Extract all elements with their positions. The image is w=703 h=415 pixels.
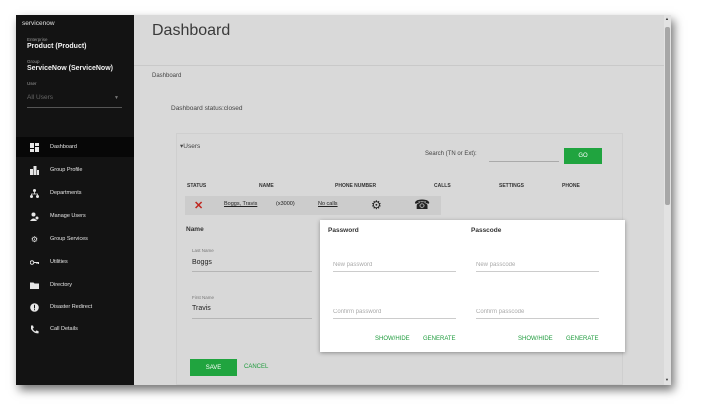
folder-icon bbox=[30, 281, 39, 290]
group-label: Group bbox=[27, 59, 40, 64]
sidebar-item-departments[interactable]: Departments bbox=[16, 183, 134, 203]
first-name-underline bbox=[192, 318, 312, 319]
passcode-show-hide-button[interactable]: SHOW/HIDE bbox=[518, 336, 553, 342]
users-toggle[interactable]: ▾Users bbox=[180, 142, 200, 150]
search-input[interactable] bbox=[489, 148, 559, 162]
table-row[interactable]: ✕ Boggs, Travis (x3000) No calls ⚙ ☎ bbox=[185, 196, 441, 215]
phone-icon bbox=[30, 325, 39, 334]
key-icon bbox=[30, 258, 39, 267]
enterprise-value[interactable]: Product (Product) bbox=[27, 43, 87, 50]
sidebar-item-utilities[interactable]: Utilities bbox=[16, 252, 134, 272]
page-title: Dashboard bbox=[152, 22, 231, 39]
new-password-input[interactable] bbox=[333, 258, 456, 272]
column-header-phone: PHONE bbox=[562, 183, 580, 189]
sidebar-item-label: Group Profile bbox=[50, 167, 83, 173]
app-window: servicenow Enterprise Product (Product) … bbox=[16, 15, 671, 385]
name-section-title: Name bbox=[186, 226, 204, 233]
sidebar-item-disaster-redirect[interactable]: Disaster Redirect bbox=[16, 297, 134, 317]
column-header-calls: CALLS bbox=[434, 183, 451, 189]
settings-gear-icon[interactable]: ⚙ bbox=[371, 198, 382, 212]
scroll-up-arrow-icon[interactable]: ▲ bbox=[665, 16, 669, 21]
column-header-status: STATUS bbox=[187, 183, 207, 189]
sidebar-item-group-services[interactable]: ⚙ Group Services bbox=[16, 229, 134, 249]
user-select[interactable]: All Users ▼ bbox=[27, 92, 122, 108]
building-icon bbox=[30, 165, 39, 175]
user-extension: (x3000) bbox=[276, 201, 295, 207]
column-header-phone-number: PHONE NUMBER bbox=[335, 183, 377, 189]
passcode-generate-button[interactable]: GENERATE bbox=[566, 336, 599, 342]
sidebar-item-label: Utilities bbox=[50, 259, 68, 265]
gear-icon: ⚙ bbox=[30, 234, 39, 244]
dashboard-icon bbox=[30, 142, 39, 152]
main-content: Dashboard Dashboard Dashboard status:clo… bbox=[134, 15, 664, 385]
password-generate-button[interactable]: GENERATE bbox=[423, 336, 456, 342]
user-label: User bbox=[27, 81, 37, 86]
sidebar-item-label: Directory bbox=[50, 282, 73, 288]
password-show-hide-button[interactable]: SHOW/HIDE bbox=[375, 336, 410, 342]
sidebar: servicenow Enterprise Product (Product) … bbox=[16, 15, 134, 385]
alert-icon bbox=[30, 302, 39, 312]
last-name-field[interactable]: Boggs bbox=[192, 259, 212, 266]
scroll-down-arrow-icon[interactable]: ▼ bbox=[665, 377, 669, 382]
scrollbar-thumb[interactable] bbox=[665, 27, 670, 205]
brand-logo: servicenow bbox=[22, 20, 55, 27]
password-title: Password bbox=[328, 227, 359, 234]
cancel-button[interactable]: CANCEL bbox=[244, 364, 268, 370]
breadcrumb[interactable]: Dashboard bbox=[152, 73, 181, 79]
sidebar-item-group-profile[interactable]: Group Profile bbox=[16, 160, 134, 180]
sidebar-item-label: Group Services bbox=[50, 236, 88, 242]
new-passcode-input[interactable] bbox=[476, 258, 599, 272]
sidebar-item-label: Dashboard bbox=[50, 144, 77, 150]
phone-icon[interactable]: ☎ bbox=[414, 197, 430, 213]
vertical-scrollbar[interactable]: ▲ ▼ bbox=[664, 15, 671, 385]
sidebar-item-dashboard[interactable]: Dashboard bbox=[16, 137, 134, 157]
sidebar-item-label: Disaster Redirect bbox=[50, 304, 93, 310]
search-label: Search (TN or Ext): bbox=[425, 151, 477, 157]
user-select-value: All Users bbox=[27, 94, 54, 101]
users-toggle-label: Users bbox=[183, 143, 201, 150]
go-button[interactable]: GO bbox=[564, 148, 602, 164]
column-header-name: NAME bbox=[259, 183, 274, 189]
confirm-password-input[interactable] bbox=[333, 305, 456, 319]
sidebar-item-label: Manage Users bbox=[50, 213, 86, 219]
divider bbox=[134, 65, 664, 66]
passcode-title: Passcode bbox=[471, 227, 502, 234]
sidebar-item-directory[interactable]: Directory bbox=[16, 275, 134, 295]
last-name-underline bbox=[192, 271, 312, 272]
password-card: Password Passcode SHOW/HIDE GENERATE SHO… bbox=[320, 220, 625, 352]
group-value[interactable]: ServiceNow (ServiceNow) bbox=[27, 65, 113, 72]
sidebar-item-manage-users[interactable]: Manage Users bbox=[16, 206, 134, 226]
users-icon bbox=[30, 212, 39, 221]
sidebar-item-label: Departments bbox=[50, 190, 82, 196]
first-name-field[interactable]: Travis bbox=[192, 305, 211, 312]
first-name-label: First Name bbox=[192, 295, 215, 300]
user-name-link[interactable]: Boggs, Travis bbox=[224, 201, 257, 207]
dashboard-status: Dashboard status:closed bbox=[171, 105, 243, 112]
calls-link[interactable]: No calls bbox=[318, 201, 338, 207]
column-header-settings: SETTINGS bbox=[499, 183, 525, 189]
last-name-label: Last Name bbox=[192, 248, 214, 253]
confirm-passcode-input[interactable] bbox=[476, 305, 599, 319]
sidebar-item-call-details[interactable]: Call Details bbox=[16, 319, 134, 339]
save-button[interactable]: SAVE bbox=[190, 359, 237, 376]
hierarchy-icon bbox=[30, 188, 39, 198]
chevron-down-icon: ▼ bbox=[114, 95, 119, 101]
enterprise-label: Enterprise bbox=[27, 37, 48, 42]
sidebar-item-label: Call Details bbox=[50, 326, 78, 332]
status-offline-icon: ✕ bbox=[194, 200, 204, 212]
